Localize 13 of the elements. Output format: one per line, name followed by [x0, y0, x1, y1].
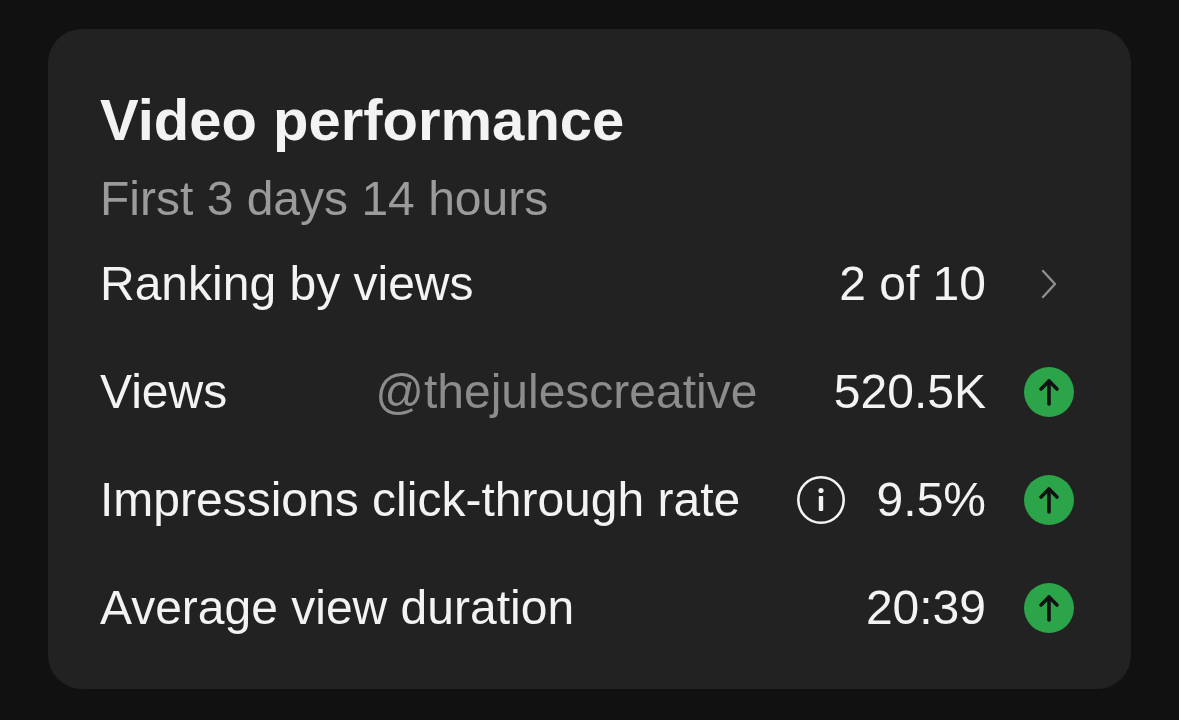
metric-value: 2 of 10: [839, 256, 986, 312]
metric-value: 520.5K: [833, 364, 986, 420]
metric-label: Impressions click-through rate: [100, 472, 741, 528]
card-title: Video performance: [100, 86, 625, 154]
metric-value: 9.5%: [876, 472, 986, 528]
metric-label: Ranking by views: [100, 256, 474, 312]
handle-overlay-text: @thejulescreative: [375, 364, 758, 420]
metric-value: 20:39: [865, 580, 986, 636]
card-subtitle: First 3 days 14 hours: [100, 171, 549, 227]
metric-label: Views: [100, 364, 228, 420]
info-icon[interactable]: [796, 476, 845, 524]
metric-label: Average view duration: [100, 580, 575, 636]
chevron-right-icon[interactable]: [1041, 269, 1057, 299]
